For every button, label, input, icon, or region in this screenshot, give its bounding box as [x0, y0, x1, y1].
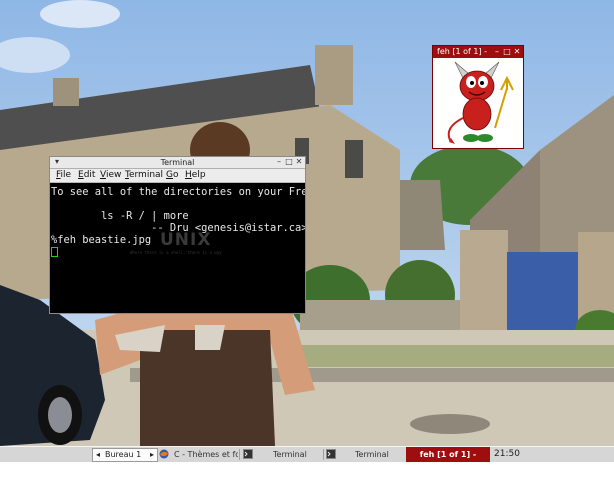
arrow-left-icon[interactable]: ◂ — [96, 449, 100, 461]
bsd-daemon-image — [433, 58, 523, 148]
menu-help[interactable]: Help — [185, 170, 206, 181]
close-icon[interactable]: ✕ — [513, 48, 521, 56]
arrow-right-icon[interactable]: ▸ — [150, 449, 154, 461]
minimize-icon[interactable]: – — [493, 48, 501, 56]
terminal-window[interactable]: ▾ Terminal – □ ✕ File Edit View Terminal… — [49, 156, 306, 314]
feh-title: feh [1 of 1] - — [437, 47, 487, 56]
workspace-label: Bureau 1 — [105, 450, 142, 459]
menu-edit[interactable]: Edit — [78, 170, 95, 181]
task-terminal-1[interactable]: Terminal — [273, 448, 323, 461]
feh-window[interactable]: feh [1 of 1] - – □ ✕ — [432, 45, 524, 149]
terminal-titlebar[interactable]: ▾ Terminal – □ ✕ — [50, 157, 305, 169]
maximize-icon[interactable]: □ — [285, 158, 293, 166]
maximize-icon[interactable]: □ — [503, 48, 511, 56]
terminal-cursor — [51, 247, 58, 257]
terminal-menubar: File Edit View Terminal Go Help — [50, 169, 305, 183]
terminal-icon — [243, 449, 253, 459]
menu-file[interactable]: File — [56, 170, 71, 181]
task-firefox[interactable]: C - Thèmes et fon — [174, 448, 238, 461]
minimize-icon[interactable]: – — [275, 158, 283, 166]
menu-go[interactable]: Go — [166, 170, 179, 181]
taskbar: ◂ Bureau 1 ▸ C - Thèmes et fon Terminal … — [0, 446, 614, 474]
workspace-switcher[interactable]: ◂ Bureau 1 ▸ — [92, 448, 158, 462]
terminal-title: Terminal — [160, 158, 195, 167]
terminal-line: -- Dru <genesis@istar.ca> — [51, 222, 305, 234]
clock[interactable]: 21:50 — [490, 447, 524, 462]
task-divider — [239, 449, 240, 460]
feh-titlebar[interactable]: feh [1 of 1] - – □ ✕ — [433, 46, 523, 58]
terminal-line: ls -R / | more — [51, 210, 189, 222]
menu-terminal[interactable]: Terminal — [125, 170, 163, 181]
menu-view[interactable]: View — [100, 170, 121, 181]
task-divider — [323, 449, 324, 460]
firefox-icon — [159, 449, 169, 459]
task-terminal-2[interactable]: Terminal — [355, 448, 405, 461]
task-feh-active[interactable]: feh [1 of 1] - beast — [406, 447, 490, 474]
terminal-line: To see all of the directories on your Fr… — [51, 186, 305, 198]
terminal-icon — [326, 449, 336, 459]
unix-watermark-subtitle: Where there is a shell, there is a way — [130, 250, 222, 255]
terminal-line: %feh beastie.jpg — [51, 234, 152, 246]
close-icon[interactable]: ✕ — [295, 158, 303, 166]
terminal-output[interactable]: UNIX Where there is a shell, there is a … — [50, 183, 305, 313]
